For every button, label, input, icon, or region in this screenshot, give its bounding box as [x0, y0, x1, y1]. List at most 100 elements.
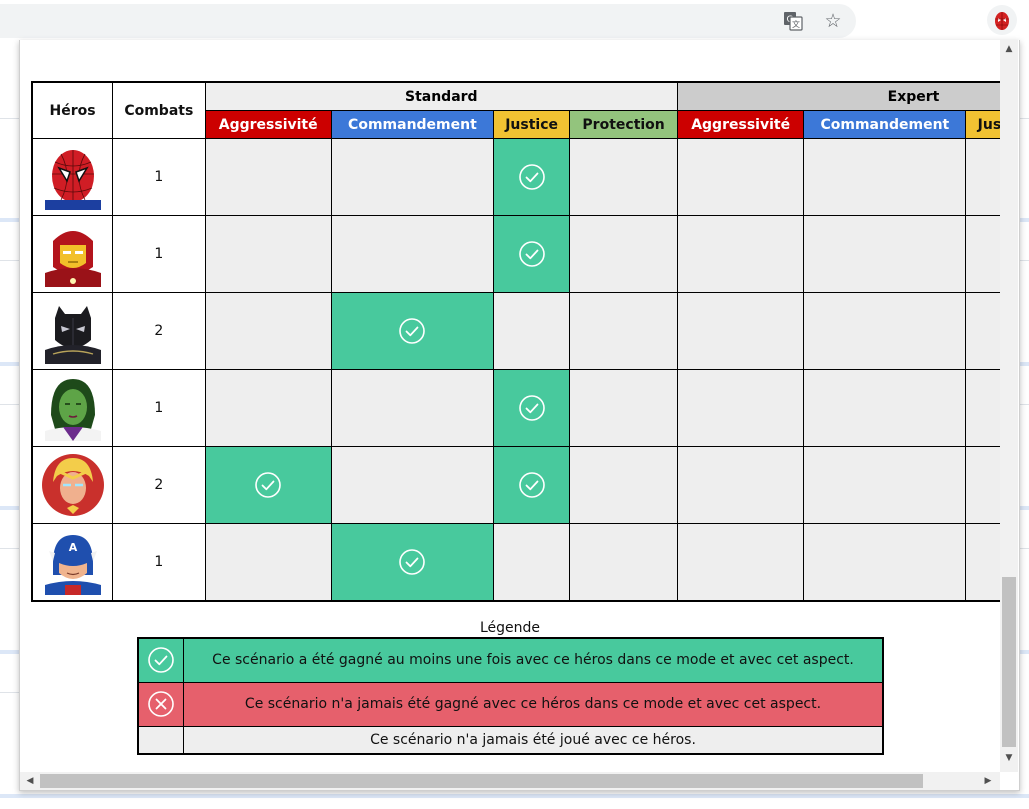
unplayed-cell [803, 292, 967, 370]
unplayed-cell [204, 138, 332, 216]
black-panther-portrait [31, 292, 114, 370]
unplayed-cell [569, 138, 678, 216]
hero-column-header: Héros [31, 81, 114, 139]
scroll-up-arrow-icon[interactable]: ▲ [1004, 43, 1014, 55]
unplayed-cell [330, 446, 495, 524]
won-cell [493, 215, 571, 293]
scroll-left-arrow-icon[interactable]: ◀ [25, 775, 35, 787]
unplayed-cell [965, 446, 1000, 524]
table-row: 1 [31, 215, 1000, 293]
unplayed-cell [803, 138, 967, 216]
table-row: 2 [31, 292, 1000, 370]
unplayed-cell [204, 369, 332, 447]
horizontal-scroll-thumb[interactable] [40, 774, 923, 788]
unplayed-cell [676, 369, 805, 447]
bookmark-star-icon[interactable]: ☆ [822, 10, 844, 32]
cross-circle-icon [137, 681, 184, 727]
aspect-header-aggressivité-standard: Aggressivité [204, 110, 332, 139]
captain-marvel-portrait [31, 446, 114, 524]
combats-column-header: Combats [112, 81, 206, 139]
check-circle-icon [494, 239, 569, 269]
unplayed-cell [965, 292, 1000, 370]
check-circle-icon [494, 470, 569, 500]
she-hulk-portrait [31, 369, 114, 447]
legend-text: Ce scénario a été gagné au moins une foi… [183, 637, 884, 683]
combats-count: 1 [112, 138, 206, 216]
vertical-scroll-thumb[interactable] [1002, 577, 1016, 747]
table-row: 1 [31, 138, 1000, 216]
won-cell [493, 138, 571, 216]
unplayed-cell [676, 292, 805, 370]
unplayed-cell [676, 446, 805, 524]
unplayed-cell [803, 369, 967, 447]
legend-row: Ce scénario n'a jamais été gagné avec ce… [137, 681, 884, 727]
unplayed-cell [803, 446, 967, 524]
won-cell [204, 446, 332, 524]
iron-man-portrait [31, 215, 114, 293]
legend-title: Légende [479, 620, 541, 636]
unplayed-cell [965, 215, 1000, 293]
legend-text: Ce scénario n'a jamais été joué avec ce … [183, 725, 884, 755]
check-circle-icon [137, 637, 184, 683]
unplayed-cell [676, 523, 805, 602]
unplayed-cell [803, 215, 967, 293]
unplayed-cell [330, 215, 495, 293]
mode-standard-header: Standard [204, 81, 679, 111]
combats-count: 1 [112, 523, 206, 602]
unplayed-cell [493, 523, 571, 602]
combats-count: 1 [112, 369, 206, 447]
unplayed-cell [965, 369, 1000, 447]
legend-table: Ce scénario a été gagné au moins une foi… [137, 637, 884, 755]
table-row: A1 [31, 523, 1000, 602]
extension-popup: Héros Combats Standard Expert Aggressivi… [19, 40, 1020, 791]
unplayed-cell [676, 215, 805, 293]
aspect-header-aggressivité-expert: Aggressivité [676, 110, 805, 139]
won-cell [493, 369, 571, 447]
table-row: 2 [31, 446, 1000, 524]
won-cell [330, 292, 495, 370]
address-bar[interactable] [0, 4, 856, 38]
legend-text: Ce scénario n'a jamais été gagné avec ce… [183, 681, 884, 727]
aspect-header-justice-expert: Justice [965, 110, 1000, 139]
won-cell [330, 523, 495, 602]
combats-count: 2 [112, 446, 206, 524]
captain-america-portrait: A [31, 523, 114, 602]
aspect-header-commandement-expert: Commandement [803, 110, 967, 139]
svg-text:A: A [68, 541, 77, 554]
combats-count: 2 [112, 292, 206, 370]
aspect-header-protection-standard: Protection [569, 110, 678, 139]
check-circle-icon [206, 470, 331, 500]
unplayed-cell [569, 369, 678, 447]
translate-icon[interactable]: G 文 [783, 11, 803, 31]
aspect-header-commandement-standard: Commandement [330, 110, 495, 139]
unplayed-cell [204, 215, 332, 293]
unplayed-cell [965, 523, 1000, 602]
unplayed-cell [965, 138, 1000, 216]
unplayed-cell [569, 523, 678, 602]
check-circle-icon [332, 316, 493, 346]
check-circle-icon [332, 547, 493, 577]
mode-expert-header: Expert [677, 81, 1000, 111]
svg-text:文: 文 [792, 19, 800, 29]
won-cell [493, 446, 571, 524]
unplayed-cell [676, 138, 805, 216]
aspect-header-justice-standard: Justice [493, 110, 571, 139]
legend-row: Ce scénario n'a jamais été joué avec ce … [137, 725, 884, 755]
vertical-scrollbar[interactable]: ▲ ▼ [1000, 40, 1018, 772]
unplayed-cell [803, 523, 967, 602]
browser-toolbar: G 文 ☆ [0, 0, 1029, 40]
horizontal-scrollbar[interactable]: ◀ ▶ [20, 772, 1000, 790]
combats-count: 1 [112, 215, 206, 293]
table-row: 1 [31, 369, 1000, 447]
scroll-down-arrow-icon[interactable]: ▼ [1004, 752, 1014, 764]
scroll-right-arrow-icon[interactable]: ▶ [983, 775, 993, 787]
popup-content: Héros Combats Standard Expert Aggressivi… [20, 40, 1000, 772]
unplayed-cell [493, 292, 571, 370]
extension-spider-icon[interactable] [987, 5, 1017, 35]
unplayed-cell [330, 138, 495, 216]
unplayed-cell [330, 369, 495, 447]
unplayed-cell [204, 523, 332, 602]
unplayed-cell [569, 215, 678, 293]
unplayed-cell [569, 292, 678, 370]
check-circle-icon [494, 393, 569, 423]
